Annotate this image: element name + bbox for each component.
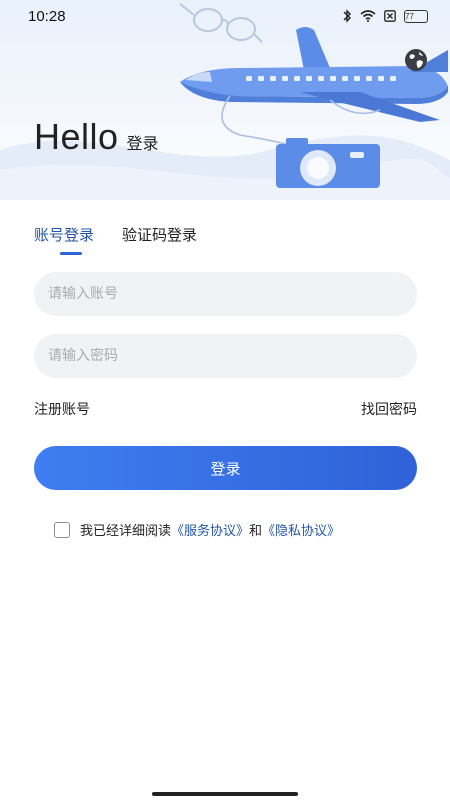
- hello-text: Hello: [34, 116, 119, 157]
- service-agreement-link[interactable]: 《服务协议》: [171, 524, 249, 539]
- account-links: 注册账号 找回密码: [34, 399, 417, 419]
- forgot-password-link[interactable]: 找回密码: [361, 399, 417, 419]
- agreement-checkbox[interactable]: [54, 521, 70, 538]
- status-time: 10:28: [28, 7, 66, 25]
- status-icons: 77: [342, 9, 428, 23]
- hero-banner: 10:28 77 Hello 登录: [0, 0, 450, 200]
- home-indicator[interactable]: [152, 792, 298, 796]
- airplane-icon: [180, 27, 448, 122]
- password-input[interactable]: [34, 334, 417, 378]
- tab-code-login[interactable]: 验证码登录: [122, 224, 197, 255]
- privacy-agreement-link[interactable]: 《隐私协议》: [262, 524, 340, 539]
- agreement-text: 我已经详细阅读《服务协议》和《隐私协议》: [80, 520, 340, 539]
- register-link[interactable]: 注册账号: [34, 399, 90, 419]
- camera-icon: [276, 138, 380, 188]
- agreement-conjunction: 和: [249, 524, 263, 539]
- language-button[interactable]: [402, 46, 430, 74]
- agreement-row: 我已经详细阅读《服务协议》和《隐私协议》: [54, 520, 340, 539]
- wifi-icon: [360, 10, 376, 22]
- sim-off-icon: [384, 10, 396, 22]
- bluetooth-icon: [342, 9, 352, 23]
- login-tabs: 账号登录 验证码登录: [34, 224, 197, 255]
- account-input[interactable]: [34, 272, 417, 316]
- battery-icon: 77: [404, 9, 428, 23]
- login-subtitle: 登录: [126, 134, 159, 153]
- agreement-prefix: 我已经详细阅读: [80, 524, 172, 539]
- tab-account-login[interactable]: 账号登录: [34, 224, 94, 255]
- login-button[interactable]: 登录: [34, 446, 417, 490]
- status-bar: 10:28 77: [0, 0, 450, 32]
- page-title: Hello 登录: [34, 116, 159, 158]
- globe-icon: [405, 49, 427, 71]
